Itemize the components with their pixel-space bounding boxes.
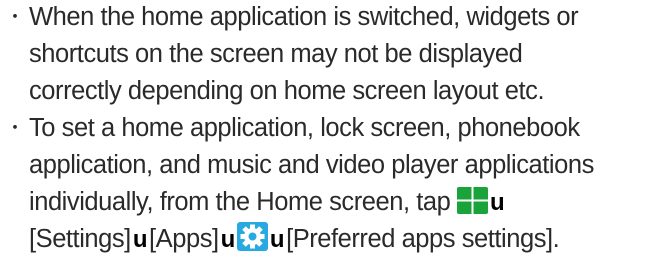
step-separator: u [220,226,236,253]
bullet: ・ [6,118,24,138]
step-separator: u [489,189,505,216]
note-home-app-switch: ・ When the home application is switched,… [0,0,668,110]
note-text: individually, from the Home screen, tap [29,188,451,216]
note-line-with-icon: [Settings]u[Apps]u u[Preferred apps setti… [29,221,668,258]
note-line: To set a home application, lock screen, … [29,114,580,142]
bullet: ・ [6,7,24,27]
grid-menu-icon [456,187,488,214]
step-separator: u [269,226,285,253]
step-apps: [Apps] [149,225,219,253]
gear-icon [236,222,268,251]
notes-list: ・ When the home application is switched,… [0,0,668,258]
note-line-with-icon: individually, from the Home screen, tap … [29,184,668,221]
step-separator: u [132,226,148,253]
note-line: When the home application is switched, w… [29,3,579,31]
note-line: application, and music and video player … [29,151,594,179]
note-set-home-app: ・ To set a home application, lock screen… [0,110,668,258]
step-settings: [Settings] [29,225,131,253]
step-preferred-apps: [Preferred apps settings]. [286,225,560,253]
note-line: correctly depending on home screen layou… [29,77,545,105]
note-line: shortcuts on the screen may not be displ… [29,40,523,68]
